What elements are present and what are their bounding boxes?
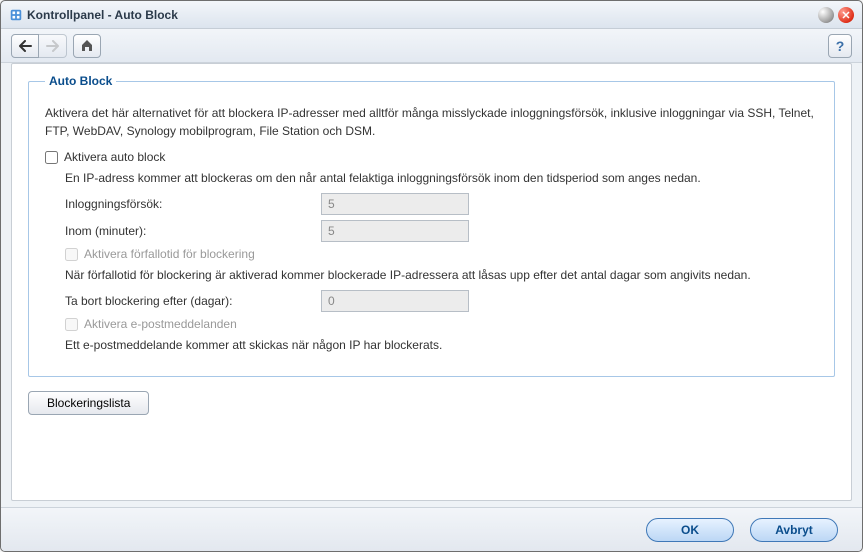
footer: OK Avbryt bbox=[1, 507, 862, 551]
section-description: Aktivera det här alternativet för att bl… bbox=[45, 104, 818, 140]
control-panel-window: Kontrollpanel - Auto Block ? Auto Block bbox=[0, 0, 863, 552]
forward-button[interactable] bbox=[39, 34, 67, 58]
login-attempts-input[interactable] bbox=[321, 193, 469, 215]
enable-email-input[interactable] bbox=[65, 318, 78, 331]
ok-button[interactable]: OK bbox=[646, 518, 734, 542]
help-button[interactable]: ? bbox=[828, 34, 852, 58]
section-legend: Auto Block bbox=[45, 74, 116, 88]
enable-autoblock-input[interactable] bbox=[45, 151, 58, 164]
back-button[interactable] bbox=[11, 34, 39, 58]
cancel-button[interactable]: Avbryt bbox=[750, 518, 838, 542]
unblock-days-label: Ta bort blockering efter (dagar): bbox=[65, 294, 321, 308]
unblock-days-input[interactable] bbox=[321, 290, 469, 312]
enable-autoblock-label: Aktivera auto block bbox=[64, 150, 165, 164]
help-icon: ? bbox=[836, 38, 845, 54]
nav-group bbox=[11, 34, 67, 58]
enable-expiry-input[interactable] bbox=[65, 248, 78, 261]
autoblock-note: En IP-adress kommer att blockeras om den… bbox=[65, 169, 818, 187]
close-button[interactable] bbox=[838, 7, 854, 23]
content-area: Auto Block Aktivera det här alternativet… bbox=[11, 63, 852, 501]
home-button[interactable] bbox=[73, 34, 101, 58]
toolbar: ? bbox=[1, 29, 862, 63]
minimize-button[interactable] bbox=[818, 7, 834, 23]
expiry-note: När förfallotid för blockering är aktive… bbox=[65, 266, 818, 284]
within-minutes-input[interactable] bbox=[321, 220, 469, 242]
enable-expiry-label: Aktivera förfallotid för blockering bbox=[84, 247, 255, 261]
window-title: Kontrollpanel - Auto Block bbox=[27, 8, 818, 22]
enable-email-checkbox[interactable]: Aktivera e-postmeddelanden bbox=[65, 317, 237, 331]
home-icon bbox=[80, 39, 94, 52]
within-minutes-label: Inom (minuter): bbox=[65, 224, 321, 238]
enable-email-label: Aktivera e-postmeddelanden bbox=[84, 317, 237, 331]
enable-expiry-checkbox[interactable]: Aktivera förfallotid för blockering bbox=[65, 247, 255, 261]
titlebar: Kontrollpanel - Auto Block bbox=[1, 1, 862, 29]
blocklist-button[interactable]: Blockeringslista bbox=[28, 391, 149, 415]
autoblock-section: Auto Block Aktivera det här alternativet… bbox=[28, 74, 835, 377]
app-icon bbox=[9, 8, 23, 22]
email-note: Ett e-postmeddelande kommer att skickas … bbox=[65, 336, 818, 354]
login-attempts-label: Inloggningsförsök: bbox=[65, 197, 321, 211]
enable-autoblock-checkbox[interactable]: Aktivera auto block bbox=[45, 150, 165, 164]
arrow-left-icon bbox=[18, 40, 32, 52]
window-controls bbox=[818, 7, 854, 23]
arrow-right-icon bbox=[46, 40, 60, 52]
